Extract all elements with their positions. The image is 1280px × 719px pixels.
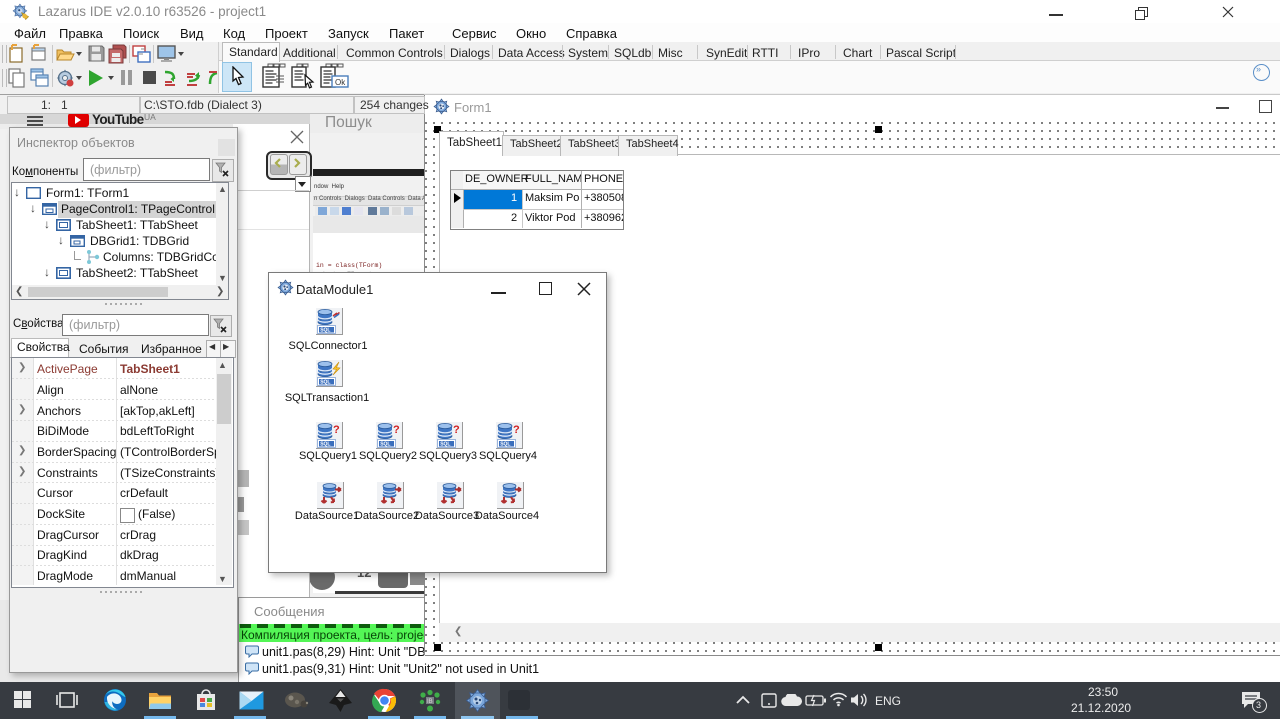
svg-text:SQL: SQL [380, 442, 390, 448]
svg-text:?: ? [333, 424, 340, 436]
svg-text:?: ? [453, 424, 460, 436]
svg-text:SQL: SQL [500, 442, 510, 448]
svg-text:SQL: SQL [320, 442, 330, 448]
svg-text:IB: IB [427, 699, 433, 705]
svg-text:?: ? [393, 424, 400, 436]
svg-text:SQL: SQL [440, 442, 450, 448]
svg-text:?: ? [513, 424, 520, 436]
svg-text:SQL: SQL [320, 380, 330, 386]
svg-text:SQL: SQL [320, 328, 330, 334]
svg-text:Ok: Ok [335, 78, 346, 87]
